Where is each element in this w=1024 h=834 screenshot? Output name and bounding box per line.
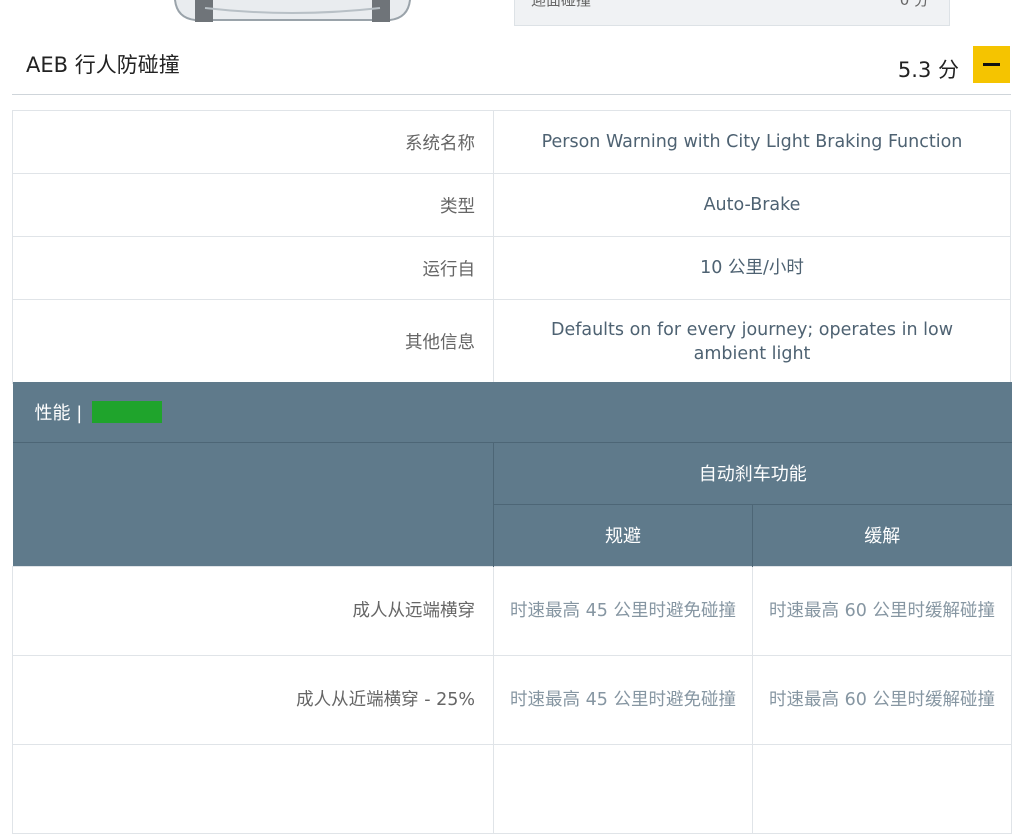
mitigate-cell xyxy=(752,743,1012,834)
scenario-label xyxy=(12,743,494,834)
table-row: 运行自 10 公里/小时 xyxy=(12,236,1011,300)
avoid-column-header: 规避 xyxy=(493,503,753,566)
table-row: 类型 Auto-Brake xyxy=(12,173,1011,237)
performance-header-row: 性能 | xyxy=(12,382,1012,443)
table-row-partial xyxy=(12,743,1012,834)
other-info-label: 其他信息 xyxy=(12,299,494,384)
scenario-label: 成人从近端横穿 - 25% xyxy=(12,654,494,745)
mitigate-column-header: 缓解 xyxy=(752,503,1012,566)
section-title: AEB 行人防碰撞 xyxy=(26,53,180,77)
system-info-table: 系统名称 Person Warning with City Light Brak… xyxy=(12,110,1011,384)
car-side-image xyxy=(174,0,411,22)
auto-brake-group-header: 自动刹车功能 xyxy=(493,442,1012,504)
performance-table: 性能 | 自动刹车功能 规避 缓解 成人从远端横穿 时速最高 45 公里时避免碰… xyxy=(12,382,1012,834)
scenario-label: 成人从远端横穿 xyxy=(12,565,494,656)
performance-title: 性能 | xyxy=(34,402,83,424)
section-score: 5.3 分 xyxy=(897,58,959,82)
other-info-value: Defaults on for every journey; operates … xyxy=(493,299,1011,384)
system-name-value: Person Warning with City Light Braking F… xyxy=(493,110,1011,174)
type-value: Auto-Brake xyxy=(493,173,1011,237)
performance-header: 性能 | xyxy=(12,382,1012,443)
previous-score-row: 迎面碰撞 0 分 xyxy=(514,0,950,26)
group-header-row: 自动刹车功能 xyxy=(12,442,1012,566)
table-row: 系统名称 Person Warning with City Light Brak… xyxy=(12,110,1011,174)
section-header: AEB 行人防碰撞 5.3 分 xyxy=(12,40,1011,95)
type-label: 类型 xyxy=(12,173,494,237)
performance-rating-bar xyxy=(92,400,163,423)
operates-from-value: 10 公里/小时 xyxy=(493,236,1011,300)
table-row: 成人从远端横穿 时速最高 45 公里时避免碰撞 时速最高 60 公里时缓解碰撞 xyxy=(12,565,1012,656)
avoid-cell: 时速最高 45 公里时避免碰撞 xyxy=(493,654,753,745)
previous-row-value: 0 分 xyxy=(899,0,929,9)
header-blank-cell xyxy=(12,442,494,566)
previous-row-label: 迎面碰撞 xyxy=(531,0,592,9)
avoid-cell xyxy=(493,743,753,834)
collapse-button[interactable] xyxy=(973,46,1010,83)
system-name-label: 系统名称 xyxy=(12,110,494,174)
operates-from-label: 运行自 xyxy=(12,236,494,300)
avoid-cell: 时速最高 45 公里时避免碰撞 xyxy=(493,565,753,656)
table-row: 其他信息 Defaults on for every journey; oper… xyxy=(12,299,1011,384)
table-row: 成人从近端横穿 - 25% 时速最高 45 公里时避免碰撞 时速最高 60 公里… xyxy=(12,654,1012,745)
mitigate-cell: 时速最高 60 公里时缓解碰撞 xyxy=(752,565,1012,656)
mitigate-cell: 时速最高 60 公里时缓解碰撞 xyxy=(752,654,1012,745)
